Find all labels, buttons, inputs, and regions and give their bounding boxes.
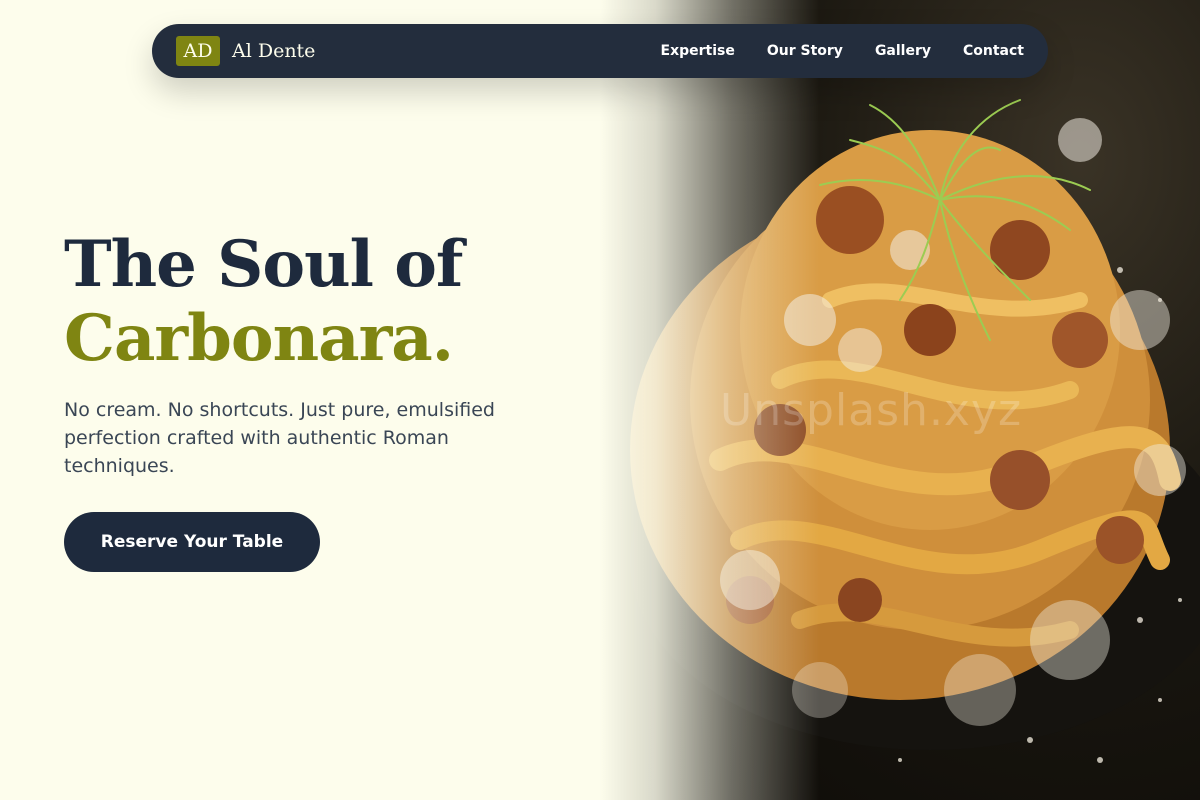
hero-image: Unsplash.xyz <box>600 0 1200 800</box>
nav-links: Expertise Our Story Gallery Contact <box>629 43 1024 59</box>
top-navbar: AD Al Dente Expertise Our Story Gallery … <box>152 24 1048 78</box>
brand-badge: AD <box>176 36 220 66</box>
nav-link-contact[interactable]: Contact <box>963 43 1024 59</box>
brand-logo[interactable]: AD Al Dente <box>176 36 315 66</box>
reserve-table-button[interactable]: Reserve Your Table <box>64 512 320 572</box>
headline-line-1: The Soul of <box>64 227 463 302</box>
nav-link-expertise[interactable]: Expertise <box>661 43 735 59</box>
brand-name: Al Dente <box>232 40 316 62</box>
headline-line-2: Carbonara. <box>64 301 454 376</box>
image-watermark: Unsplash.xyz <box>720 385 1023 436</box>
nav-link-gallery[interactable]: Gallery <box>875 43 931 59</box>
hero-subtext: No cream. No shortcuts. Just pure, emuls… <box>64 399 495 477</box>
nav-link-our-story[interactable]: Our Story <box>767 43 843 59</box>
hero-headline: The Soul of Carbonara. <box>64 227 463 376</box>
